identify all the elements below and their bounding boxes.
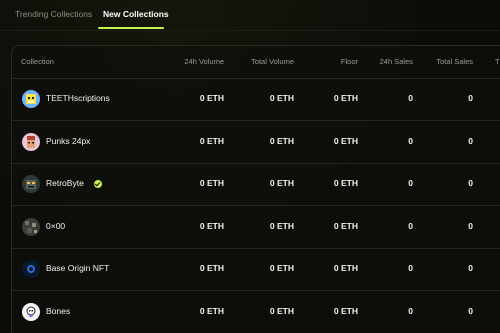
cell-floor: 0 ETH [333,305,358,316]
tab-new-collections[interactable]: New Collections [103,9,169,19]
cell-24h-volume: 0 ETH [199,135,224,146]
table-row[interactable]: 0×00 0 ETH 0 ETH 0 ETH 0 0 [12,206,500,249]
cell-24h-sales: 0 [408,263,413,273]
collection-name[interactable]: Base Origin NFT [46,263,109,273]
cell-24h-volume: 0 ETH [199,263,224,273]
bones-avatar-icon [22,302,40,321]
cell-24h-sales: 0 [408,135,413,146]
header-24h-volume[interactable]: 24h Volume [184,57,224,66]
cell-24h-volume: 0 ETH [199,93,224,103]
table-header: Collection 24h Volume Total Volume Floor… [12,46,500,79]
table-row[interactable]: TEETHscriptions 0 ETH 0 ETH 0 ETH 0 0 [12,78,500,121]
cell-24h-sales: 0 [408,220,413,231]
retrobyte-avatar-icon [22,175,40,193]
cell-floor: 0 ETH [333,178,358,188]
cell-total-volume: 0 ETH [269,135,294,146]
header-collection[interactable]: Collection [21,57,54,66]
collection-name[interactable]: Bones [46,306,70,316]
cell-floor: 0 ETH [333,220,358,231]
header-24h-sales[interactable]: 24h Sales [380,57,413,66]
header-clipped: T [495,57,500,66]
cell-total-volume: 0 ETH [269,305,294,316]
header-floor[interactable]: Floor [341,57,358,66]
cell-24h-sales: 0 [408,178,413,188]
teeth-avatar-icon [22,90,40,108]
active-tab-indicator [98,27,164,29]
zero-avatar-icon [22,217,40,236]
table-row[interactable]: Punks 24px 0 ETH 0 ETH 0 ETH 0 0 [12,121,500,164]
collections-table: Collection 24h Volume Total Volume Floor… [11,45,500,333]
collection-name[interactable]: Punks 24px [46,136,90,146]
cell-total-volume: 0 ETH [269,220,294,231]
cell-total-volume: 0 ETH [269,178,294,188]
collection-tabs: Trending Collections New Collections [0,0,500,31]
cell-total-sales: 0 [468,305,473,316]
cell-24h-sales: 0 [408,93,413,103]
cell-total-volume: 0 ETH [269,93,294,103]
collection-name[interactable]: 0×00 [46,221,65,231]
punk-avatar-icon [22,132,40,151]
collection-name[interactable]: RetroByte [46,178,84,188]
tab-trending-collections[interactable]: Trending Collections [15,9,92,19]
table-row[interactable]: Base Origin NFT 0 ETH 0 ETH 0 ETH 0 0 [12,248,500,291]
cell-24h-volume: 0 ETH [199,305,224,316]
cell-24h-volume: 0 ETH [199,220,224,231]
cell-total-sales: 0 [468,135,473,146]
cell-total-volume: 0 ETH [269,263,294,273]
cell-floor: 0 ETH [333,93,358,103]
verified-check-icon [94,180,102,188]
cell-total-sales: 0 [468,220,473,231]
cell-total-sales: 0 [468,178,473,188]
cell-floor: 0 ETH [333,263,358,273]
cell-floor: 0 ETH [333,135,358,146]
collection-name[interactable]: TEETHscriptions [46,93,110,103]
cell-total-sales: 0 [468,93,473,103]
cell-24h-sales: 0 [408,305,413,316]
header-total-volume[interactable]: Total Volume [251,57,294,66]
header-total-sales[interactable]: Total Sales [436,57,473,66]
page: Trending Collections New Collections Col… [0,0,500,333]
base-origin-avatar-icon [22,260,40,278]
table-row[interactable]: RetroByte 0 ETH 0 ETH 0 ETH 0 0 [12,163,500,206]
cell-total-sales: 0 [468,263,473,273]
table-row[interactable]: Bones 0 ETH 0 ETH 0 ETH 0 0 [12,291,500,333]
cell-24h-volume: 0 ETH [199,178,224,188]
